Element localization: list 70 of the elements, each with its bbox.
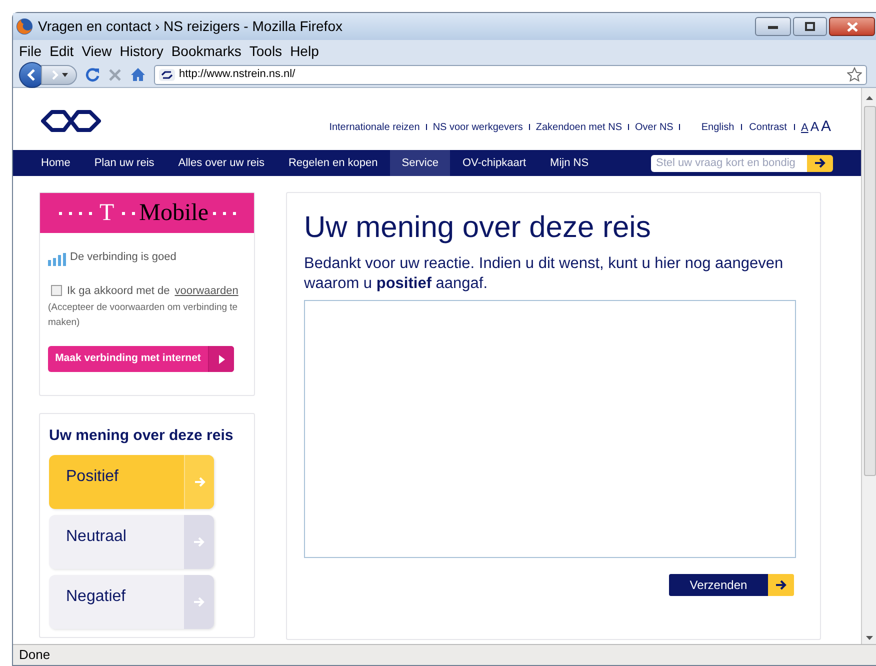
arrow-icon: [193, 536, 205, 546]
brand-name: Mobile: [139, 199, 208, 228]
top-link[interactable]: NS voor werkgevers: [426, 120, 529, 135]
scroll-up-icon[interactable]: [866, 96, 873, 100]
address-text: http://www.nstrein.ns.nl/: [179, 67, 296, 82]
brand-letter: T: [100, 199, 114, 228]
arrow-icon: [193, 596, 205, 606]
nav-tab[interactable]: OV-chipkaart: [450, 150, 538, 176]
menu-item[interactable]: Bookmarks: [171, 40, 242, 62]
menu-item[interactable]: Edit: [50, 40, 74, 62]
top-link[interactable]: Zakendoen met NS: [530, 120, 628, 135]
agree-label: Ik ga akkoord met de: [67, 284, 170, 298]
ns-logo-icon: [41, 110, 101, 132]
rating-title: Uw mening over deze reis: [49, 426, 234, 446]
menu-item[interactable]: File: [19, 40, 42, 62]
connection-status: De verbinding is goed: [70, 250, 176, 265]
nav-tab[interactable]: Home: [29, 150, 82, 176]
status-text: Done: [19, 646, 50, 664]
nav-tab[interactable]: Regelen en kopen: [276, 150, 390, 176]
dots-icon: [122, 212, 136, 214]
site-logo-icon: [159, 68, 175, 80]
address-field[interactable]: http://www.nstrein.ns.nl/: [154, 64, 867, 84]
rating-option[interactable]: Negatief: [49, 574, 214, 628]
top-link[interactable]: English: [694, 120, 742, 135]
dots-icon: [212, 212, 236, 214]
reload-icon[interactable]: [85, 67, 100, 82]
font-size-link[interactable]: A: [820, 116, 831, 138]
browser-logo-icon: [16, 18, 33, 35]
scrollbar-thumb[interactable]: [864, 106, 876, 476]
nav-tab[interactable]: Mijn NS: [538, 150, 601, 176]
top-link[interactable]: Contrast: [742, 120, 794, 135]
maximize-button[interactable]: [793, 17, 827, 36]
terms-note: (Accepteer de voorwaarden om verbinding te maken): [48, 301, 239, 330]
scroll-down-icon[interactable]: [866, 636, 873, 640]
font-size-link[interactable]: A: [800, 120, 808, 136]
top-link[interactable]: Over NS: [629, 120, 680, 135]
search-field[interactable]: Stel uw vraag kort en bondig: [651, 154, 807, 172]
close-button[interactable]: [829, 17, 875, 36]
menu-item[interactable]: History: [120, 40, 164, 62]
arrow-icon: [814, 158, 826, 168]
search-button[interactable]: [807, 154, 833, 172]
bookmark-star-icon[interactable]: [847, 67, 862, 82]
menu-item[interactable]: Help: [290, 40, 319, 62]
feedback-input[interactable]: [304, 300, 796, 558]
nav-tab[interactable]: Plan uw reis: [82, 150, 166, 176]
rating-option[interactable]: Positief: [49, 454, 214, 508]
home-icon[interactable]: [130, 67, 146, 82]
arrow-icon: [194, 476, 206, 486]
close-icon: [846, 22, 858, 32]
agree-checkbox[interactable]: [51, 285, 62, 296]
window-title: Vragen en contact › NS reizigers - Mozilla Firefox: [38, 17, 342, 36]
top-link[interactable]: Internationale reizen: [323, 120, 426, 135]
play-arrow-icon: [218, 354, 224, 364]
minimize-icon: [768, 24, 778, 28]
nav-tab[interactable]: Alles over uw reis: [166, 150, 276, 176]
menu-item[interactable]: View: [82, 40, 112, 62]
dots-icon: [58, 212, 92, 214]
nav-tab[interactable]: Service: [390, 150, 450, 176]
terms-link[interactable]: voorwaarden: [174, 282, 238, 299]
connect-button[interactable]: Maak verbinding met internet: [48, 346, 234, 372]
menu-item[interactable]: Tools: [249, 40, 282, 62]
page-title: Uw mening over deze reis: [304, 210, 652, 246]
maximize-icon: [805, 22, 815, 31]
signal-icon: [48, 252, 67, 266]
dropdown-caret-icon: [62, 72, 68, 76]
arrow-icon: [775, 580, 787, 590]
minimize-button[interactable]: [755, 17, 791, 36]
font-size-link[interactable]: A: [810, 117, 819, 136]
intro-text: Bedankt voor uw reactie. Indien u dit wenst, kunt u hier nog aangeven waarom u positief aangaf.: [304, 254, 784, 294]
rating-option[interactable]: Neutraal: [49, 514, 214, 568]
